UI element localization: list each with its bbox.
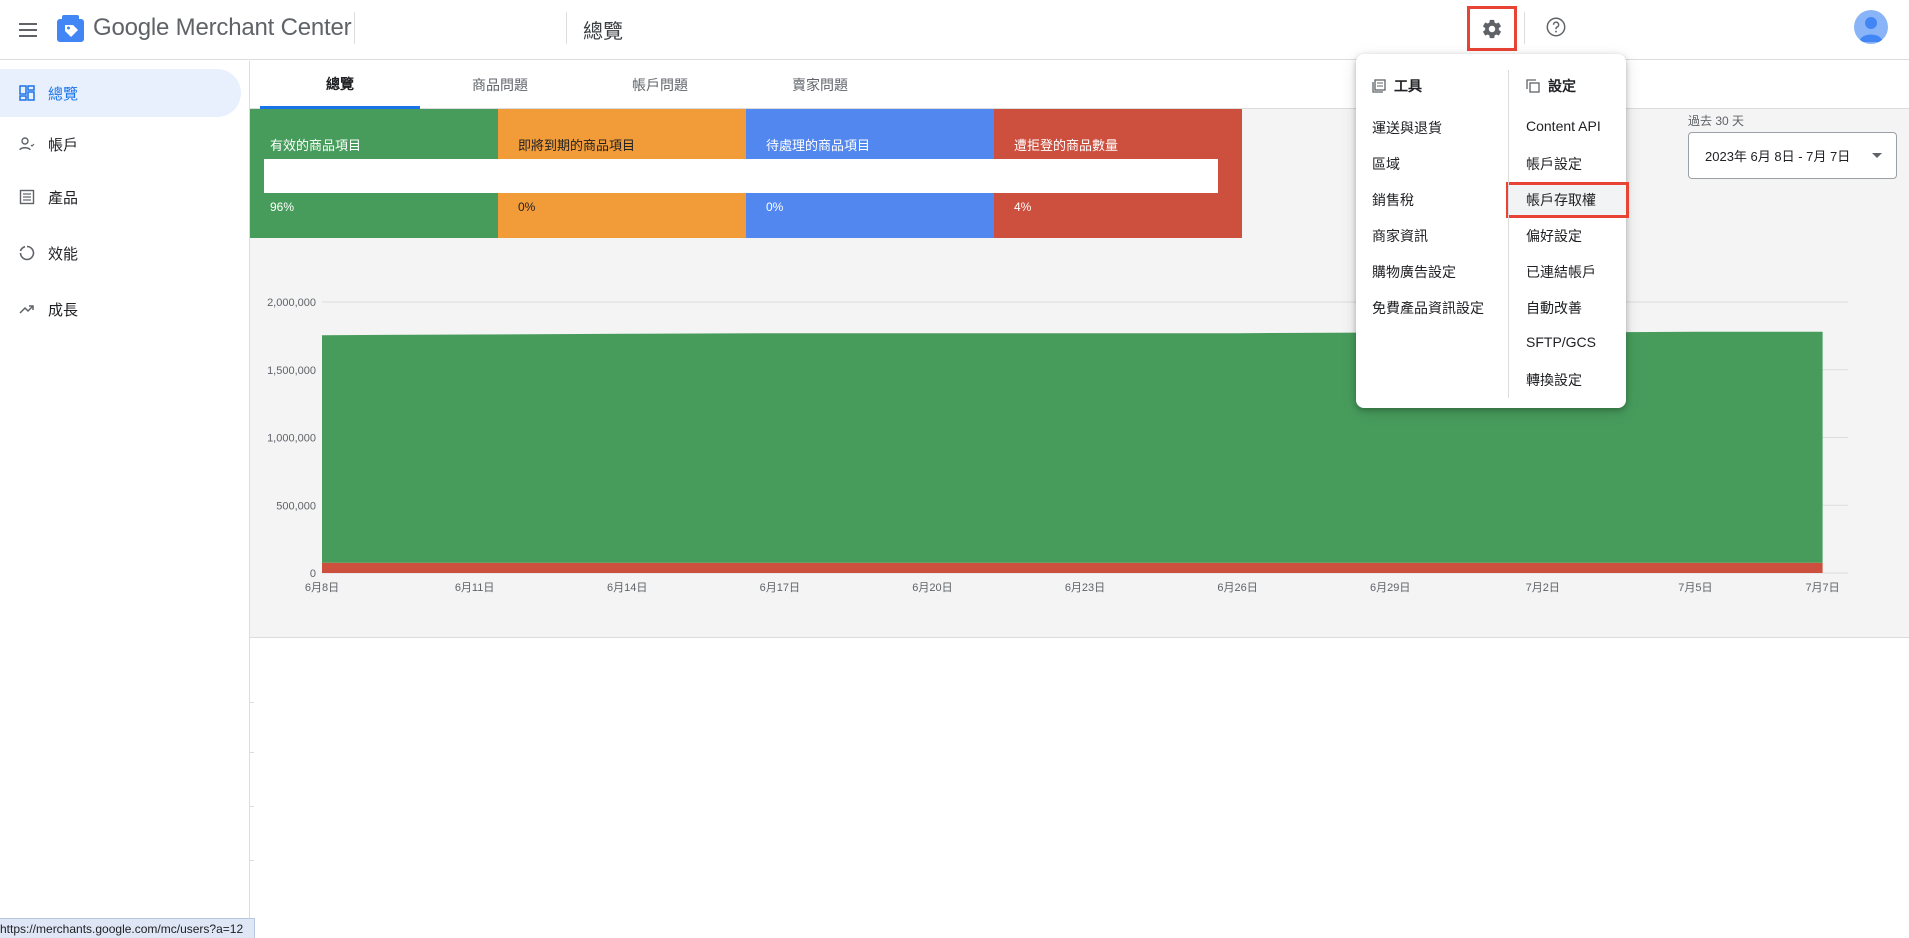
card-percent: 96% [270, 200, 295, 214]
x-tick-label: 7月2日 [1526, 582, 1560, 594]
sidebar-item-label: 成長 [48, 301, 79, 319]
sidebar-item-performance[interactable]: 效能 [0, 229, 241, 277]
page-title: 總覽 [583, 21, 623, 43]
sidebar-item-label: 產品 [48, 189, 79, 207]
tab-bar: 總覽 商品問題 帳戶問題 賣家問題 [250, 61, 1909, 109]
grid-tick [250, 702, 254, 703]
sidebar-item-growth[interactable]: 成長 [0, 285, 241, 333]
x-tick-label: 6月17日 [760, 582, 800, 594]
chevron-down-icon [1872, 153, 1882, 158]
sidebar-item-overview[interactable]: 總覽 [0, 69, 241, 117]
card-label: 有效的商品項目 [270, 138, 362, 153]
help-icon[interactable] [1541, 12, 1571, 42]
account-icon [18, 135, 36, 153]
tab-seller-issues[interactable]: 賣家問題 [740, 61, 900, 109]
menu-item-regions[interactable]: 區域 [1372, 154, 1400, 174]
settings-icon [1526, 79, 1540, 93]
tools-heading-label: 工具 [1394, 78, 1422, 94]
status-url-bar: https://merchants.google.com/mc/users?a=… [0, 918, 255, 938]
x-tick-label: 6月11日 [455, 582, 495, 594]
top-bar: Google Merchant Center 總覽 [0, 0, 1909, 60]
menu-item-account-access[interactable]: 帳戶存取權 [1526, 190, 1596, 210]
x-tick-label: 6月20日 [912, 582, 952, 594]
avatar[interactable] [1854, 10, 1888, 44]
area-series-0 [322, 562, 1823, 573]
grid-tick [250, 752, 254, 753]
settings-heading-label: 設定 [1548, 78, 1576, 94]
sidebar-item-products[interactable]: 產品 [0, 173, 241, 221]
menu-item-content-api[interactable]: Content API [1526, 118, 1601, 134]
menu-item-account-settings[interactable]: 帳戶設定 [1526, 154, 1582, 174]
menu-item-shopping-ads-settings[interactable]: 購物廣告設定 [1372, 262, 1456, 282]
card-progress-bar [264, 159, 1218, 193]
menu-item-business-info[interactable]: 商家資訊 [1372, 226, 1428, 246]
sidebar-item-label: 效能 [48, 245, 79, 263]
tools-heading: 工具 [1372, 76, 1422, 96]
products-area-chart: 0 500,000 1,000,000 1,500,000 2,000,000 6月8日 6… [267, 297, 1848, 594]
menu-item-sales-tax[interactable]: 銷售稅 [1372, 190, 1414, 210]
menu-item-conversion-settings[interactable]: 轉換設定 [1526, 370, 1582, 390]
x-tick-label: 7月5日 [1678, 582, 1712, 594]
x-tick-label: 6月8日 [305, 582, 339, 594]
card-percent: 0% [766, 200, 784, 214]
card-percent: 0% [518, 200, 536, 214]
menu-item-preferences[interactable]: 偏好設定 [1526, 226, 1582, 246]
dashboard-icon [18, 84, 36, 102]
merchant-logo-icon[interactable] [56, 14, 85, 43]
menu-item-linked-accounts[interactable]: 已連結帳戶 [1526, 262, 1596, 282]
grid-tick [250, 860, 254, 861]
divider [1508, 70, 1509, 398]
gear-icon [1483, 19, 1501, 38]
x-tick-label: 6月23日 [1065, 582, 1105, 594]
gear-icon[interactable] [1467, 6, 1517, 51]
grid-tick [250, 806, 254, 807]
y-tick-label: 1,000,000 [267, 433, 316, 445]
menu-item-shipping-returns[interactable]: 運送與退貨 [1372, 118, 1442, 138]
tools-icon [1372, 79, 1386, 93]
sidebar-item-label: 總覽 [48, 85, 79, 103]
y-tick-label: 1,500,000 [267, 365, 316, 377]
sidebar: 總覽 帳戶 產品 效能 成長 [0, 61, 250, 938]
tab-overview[interactable]: 總覽 [260, 61, 420, 109]
menu-icon[interactable] [12, 14, 44, 46]
brand-name[interactable]: Google Merchant Center [93, 14, 352, 42]
card-percent: 4% [1014, 200, 1032, 214]
divider [566, 12, 567, 44]
date-range-value: 2023年 6月 8日 - 7月 7日 [1705, 149, 1851, 164]
x-tick-label: 6月29日 [1370, 582, 1410, 594]
y-tick-label: 500,000 [276, 500, 316, 512]
card-label: 待處理的商品項目 [766, 138, 871, 153]
menu-item-sftp-gcs[interactable]: SFTP/GCS [1526, 334, 1596, 350]
x-tick-label: 6月14日 [607, 582, 647, 594]
help-icon [1546, 17, 1566, 37]
date-range-select[interactable]: 2023年 6月 8日 - 7月 7日 [1688, 132, 1897, 179]
date-range-label: 過去 30 天 [1688, 114, 1745, 128]
divider [354, 12, 355, 44]
tab-account-issues[interactable]: 帳戶問題 [580, 61, 740, 109]
sidebar-item-label: 帳戶 [48, 136, 79, 154]
x-tick-label: 6月26日 [1217, 582, 1257, 594]
products-icon [18, 188, 36, 206]
y-tick-label: 2,000,000 [267, 297, 316, 309]
divider [1524, 12, 1525, 44]
growth-icon [18, 300, 36, 318]
menu-item-free-listings-settings[interactable]: 免費產品資訊設定 [1372, 298, 1484, 318]
x-tick-label: 7月7日 [1805, 582, 1839, 594]
menu-item-auto-improvements[interactable]: 自動改善 [1526, 298, 1582, 318]
settings-heading: 設定 [1526, 76, 1576, 96]
card-label: 遭拒登的商品數量 [1014, 138, 1119, 153]
tab-product-issues[interactable]: 商品問題 [420, 61, 580, 109]
card-label: 即將到期的商品項目 [518, 138, 636, 153]
settings-menu-popup: 工具 設定 運送與退貨 區域 銷售稅 商家資訊 購物廣告設定 免費產品資訊設定 … [1356, 54, 1629, 408]
y-tick-label: 0 [310, 568, 316, 580]
sidebar-item-account[interactable]: 帳戶 [0, 120, 241, 168]
performance-icon [18, 244, 36, 262]
